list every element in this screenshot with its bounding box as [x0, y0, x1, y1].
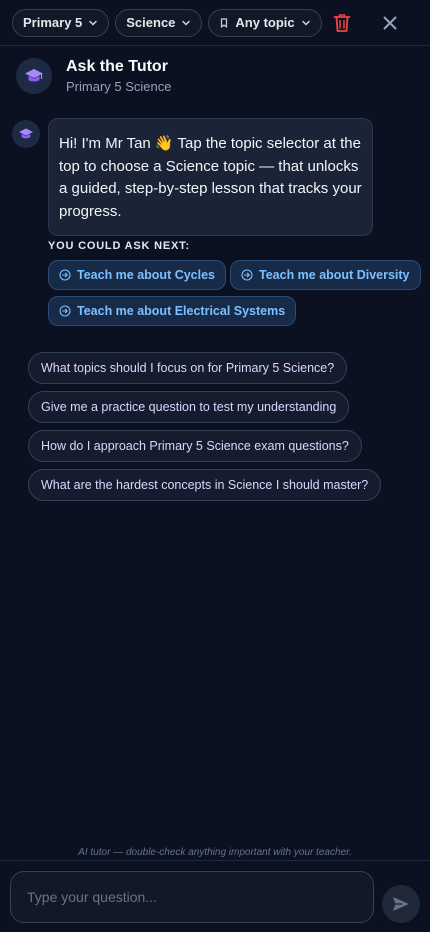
send-button[interactable]	[382, 885, 420, 923]
topic-select-label: Any topic	[235, 15, 295, 30]
ask-next-chip-diversity[interactable]: Teach me about Diversity	[230, 260, 421, 290]
clear-chat-button[interactable]	[328, 9, 356, 37]
suggestion-button[interactable]: How do I approach Primary 5 Science exam…	[28, 430, 362, 462]
topic-select[interactable]: Any topic	[208, 8, 322, 37]
graduation-cap-icon	[25, 69, 43, 82]
arrow-circle-right-icon	[241, 269, 253, 281]
chevron-down-icon	[89, 20, 98, 26]
top-bar: Primary 5 Science Any topic	[0, 0, 430, 46]
question-input[interactable]	[10, 871, 374, 923]
ask-next-chip-electrical[interactable]: Teach me about Electrical Systems	[48, 296, 297, 326]
message-avatar	[12, 120, 40, 148]
arrow-circle-right-icon	[59, 269, 71, 281]
suggestion-button[interactable]: What are the hardest concepts in Science…	[28, 469, 382, 501]
graduation-cap-icon	[19, 128, 33, 139]
tutor-message-text: Hi! I'm Mr Tan 👋 Tap the topic selector …	[59, 135, 362, 220]
suggestion-label: What topics should I focus on for Primar…	[41, 361, 335, 375]
chip-label: Teach me about Diversity	[259, 268, 410, 282]
arrow-circle-right-icon	[59, 305, 71, 317]
close-icon	[383, 16, 397, 29]
send-icon	[393, 897, 409, 911]
subject-select[interactable]: Science	[115, 8, 203, 37]
ai-disclaimer: AI tutor — double-check anything importa…	[78, 847, 352, 858]
chip-label: Teach me about Cycles	[77, 268, 216, 282]
suggestion-label: Give me a practice question to test my u…	[41, 400, 337, 414]
bookmark-icon	[221, 17, 228, 28]
tutor-avatar	[16, 58, 52, 94]
suggestion-label: What are the hardest concepts in Science…	[41, 478, 369, 492]
subject-select-label: Science	[126, 15, 176, 30]
trash-icon	[333, 13, 351, 32]
ask-next-label: YOU COULD ASK NEXT:	[48, 240, 190, 252]
chat-header: Ask the Tutor Primary 5 Science	[16, 58, 171, 94]
chip-label: Teach me about Electrical Systems	[77, 304, 286, 318]
suggestion-button[interactable]: Give me a practice question to test my u…	[28, 391, 350, 423]
level-select-label: Primary 5	[23, 15, 83, 30]
page-title: Ask the Tutor	[66, 58, 168, 75]
suggestion-label: How do I approach Primary 5 Science exam…	[41, 439, 349, 453]
close-button[interactable]	[376, 9, 404, 37]
ask-next-chip-cycles[interactable]: Teach me about Cycles	[48, 260, 227, 290]
chevron-down-icon	[182, 20, 191, 26]
chevron-down-icon	[301, 20, 310, 26]
level-select[interactable]: Primary 5	[12, 8, 110, 37]
page-subtitle: Primary 5 Science	[66, 79, 172, 94]
tutor-message-bubble: Hi! I'm Mr Tan 👋 Tap the topic selector …	[48, 118, 373, 236]
suggestion-button[interactable]: What topics should I focus on for Primar…	[28, 352, 348, 384]
composer	[0, 860, 430, 932]
